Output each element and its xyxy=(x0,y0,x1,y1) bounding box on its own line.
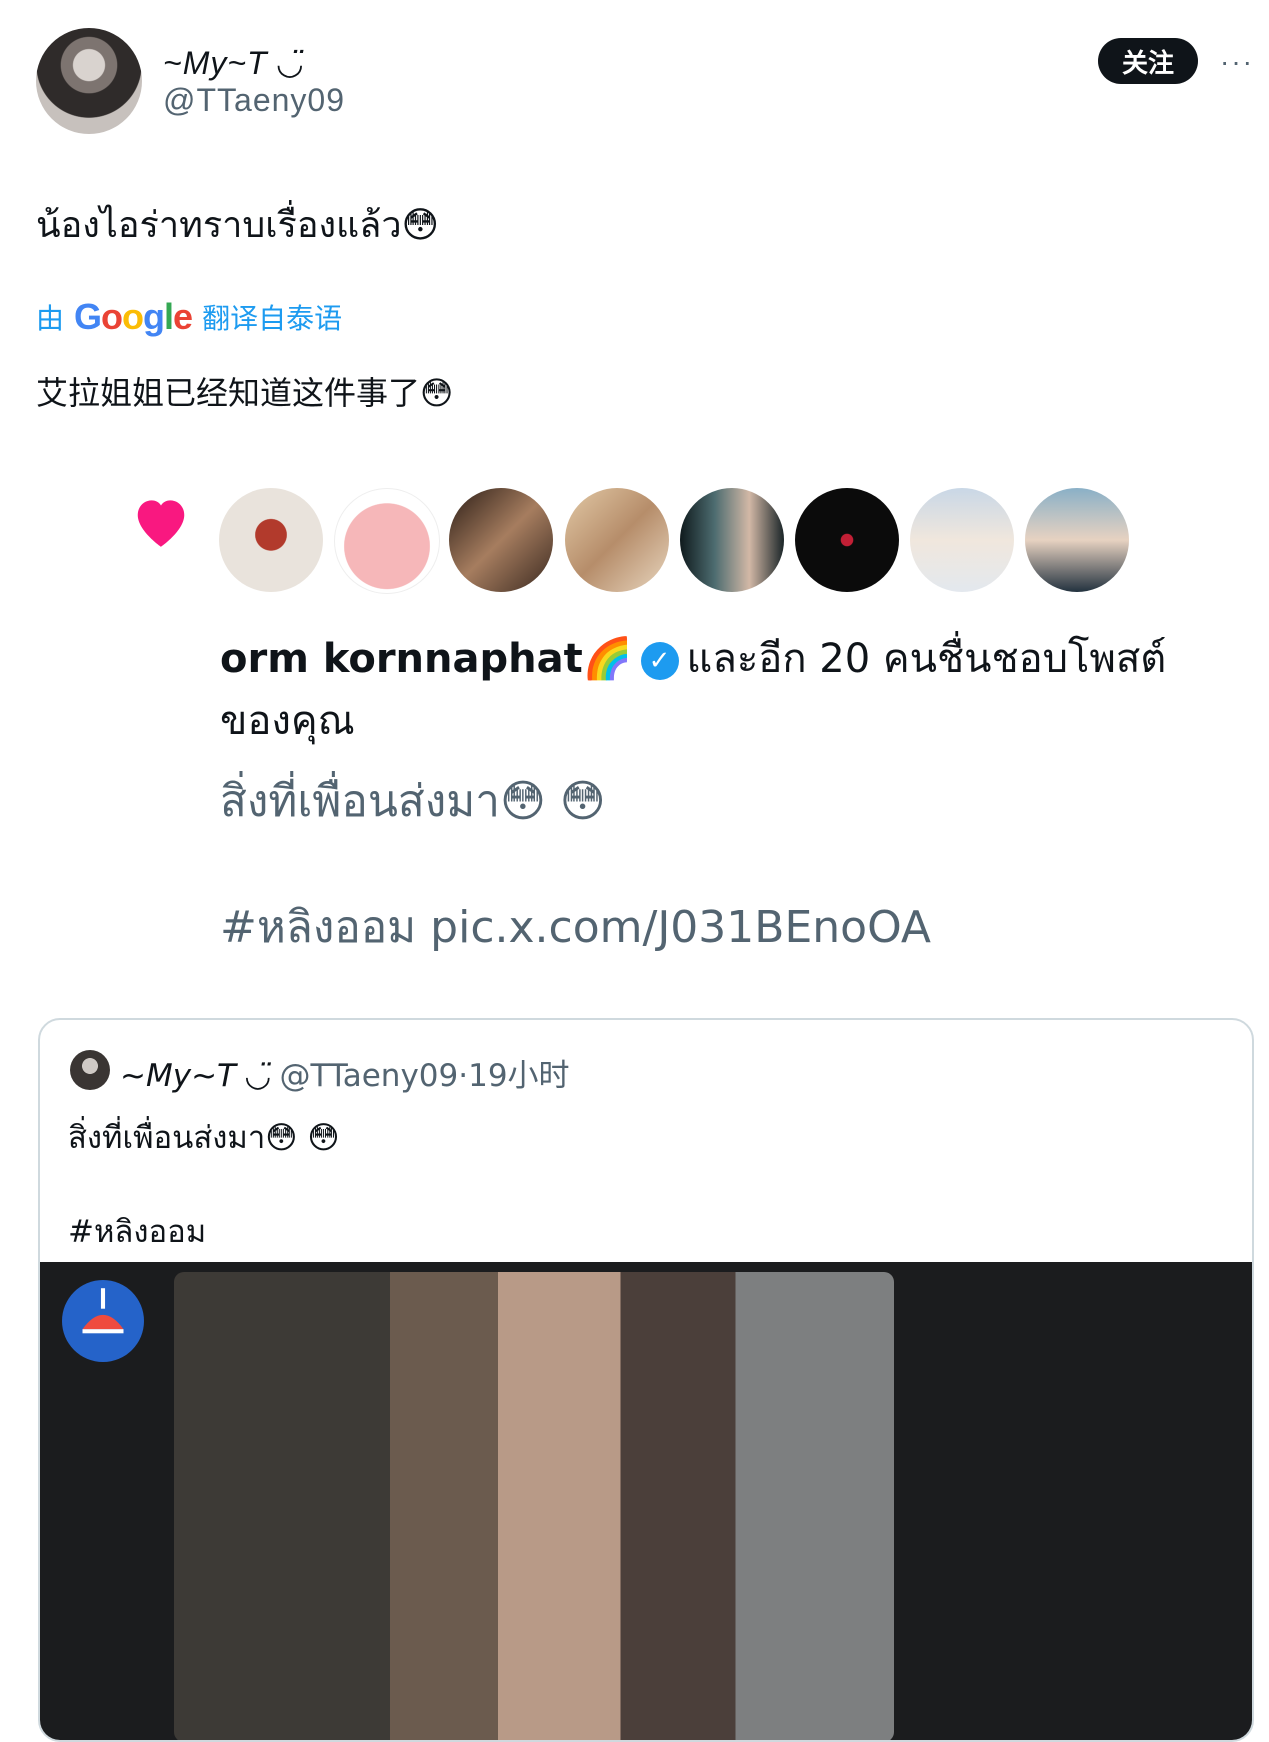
author-display-name[interactable]: ~My~T ◡̈ xyxy=(163,44,303,82)
follow-button[interactable]: 关注 xyxy=(1098,38,1198,84)
verified-badge-icon: ✓ xyxy=(640,642,679,680)
liker-avatar[interactable] xyxy=(334,488,440,594)
liker-avatar[interactable] xyxy=(910,488,1014,592)
translated-text: 艾拉姐姐已经知道这件事了😳 xyxy=(36,374,454,412)
quote-hashtag[interactable]: #หลิงออม xyxy=(68,1206,206,1256)
liked-post-tag[interactable]: #หลิงออม pic.x.com/J031BEnoOA xyxy=(220,892,1220,962)
like-notification-text: orm kornnaphat🌈 ✓ และอีก 20 คนชื่นชอบโพสต์… xyxy=(220,628,1220,752)
tweet-text: น้องไอร่าทราบเรื่องแล้ว😳 xyxy=(36,205,440,246)
quote-avatar xyxy=(70,1050,110,1090)
liker-avatar[interactable] xyxy=(219,488,323,592)
author-avatar[interactable] xyxy=(36,28,142,134)
lamp-icon xyxy=(62,1280,144,1362)
translation-attribution[interactable]: 由 Google 翻译自泰语 xyxy=(36,296,342,338)
heart-icon xyxy=(137,500,185,547)
liker-avatar[interactable] xyxy=(1025,488,1129,592)
liker-avatar[interactable] xyxy=(449,488,553,592)
translate-prefix: 由 xyxy=(36,302,65,335)
quote-display-name: ~My~T ◡̈ xyxy=(120,1058,270,1094)
liker-avatar[interactable] xyxy=(795,488,899,592)
quote-text: สิ่งที่เพื่อนส่งมา😳 😳 xyxy=(68,1120,340,1156)
liked-post-text: สิ่งที่เพื่อนส่งมา😳 😳 xyxy=(220,776,606,827)
video-thumbnail[interactable] xyxy=(174,1272,894,1740)
more-options-icon[interactable]: ··· xyxy=(1220,46,1254,78)
quote-handle-time: @TTaeny09·19小时 xyxy=(279,1058,570,1094)
liker-avatar[interactable] xyxy=(565,488,669,592)
liker-name[interactable]: orm kornnaphat🌈 xyxy=(220,636,633,682)
quote-meta: ~My~T ◡̈ @TTaeny09·19小时 xyxy=(120,1050,570,1095)
quote-media[interactable] xyxy=(40,1262,1252,1740)
quoted-tweet-card[interactable]: ~My~T ◡̈ @TTaeny09·19小时 สิ่งที่เพื่อนส่ง… xyxy=(38,1018,1254,1742)
google-logo: Google xyxy=(74,296,193,337)
liker-avatar[interactable] xyxy=(680,488,784,592)
translate-suffix: 翻译自泰语 xyxy=(202,302,343,335)
author-handle[interactable]: @TTaeny09 xyxy=(163,82,345,119)
